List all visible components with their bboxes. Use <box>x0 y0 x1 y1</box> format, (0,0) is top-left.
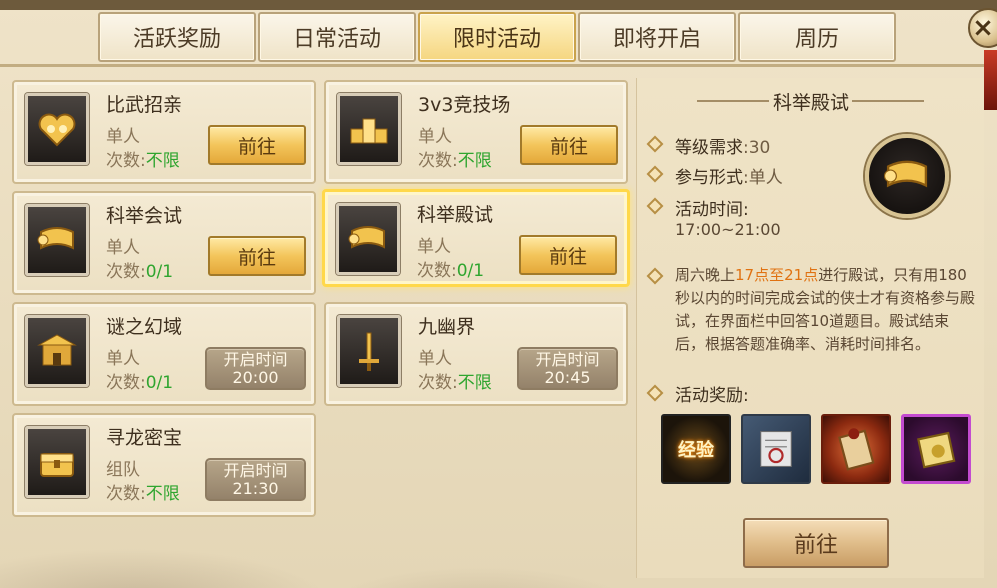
level-requirement: 等级需求:30 <box>675 138 771 158</box>
card-type: 单人 <box>418 349 452 369</box>
card-title: 比武招亲 <box>106 94 183 116</box>
scroll-emblem-icon <box>865 134 949 218</box>
tab-calendar[interactable]: 周历 <box>738 12 896 62</box>
tab-bar: 活跃奖励 日常活动 限时活动 即将开启 周历 <box>98 12 896 62</box>
participation-form: 参与形式:单人 <box>675 168 783 188</box>
activity-card[interactable]: 谜之幻域 单人 次数:0/1 开启时间 20:00 <box>12 302 316 406</box>
open-time-button[interactable]: 开启时间 20:45 <box>517 347 618 390</box>
card-type: 单人 <box>106 238 140 258</box>
open-time-button[interactable]: 开启时间 20:00 <box>205 347 306 390</box>
detail-panel: 科举殿试 等级需求:30 参与形式:单人 活动时间: 17:00~21:00 周… <box>636 78 984 578</box>
activity-card[interactable]: 寻龙密宝 组队 次数:不限 开启时间 21:30 <box>12 413 316 517</box>
hearts-icon <box>25 93 89 165</box>
open-time-button[interactable]: 开启时间 21:30 <box>205 458 306 501</box>
diamond-bullet-icon <box>646 197 664 215</box>
activity-card[interactable]: 九幽界 单人 次数:不限 开启时间 20:45 <box>324 302 628 406</box>
card-title: 科举会试 <box>106 205 183 227</box>
sword-icon <box>337 315 401 387</box>
activity-card[interactable]: 科举会试 单人 次数:0/1 前往 <box>12 191 316 295</box>
tab-divider <box>0 64 997 67</box>
go-button[interactable]: 前往 <box>208 125 306 165</box>
card-count: 次数:不限 <box>418 373 492 393</box>
diamond-bullet-icon <box>646 267 664 285</box>
tab-limited[interactable]: 限时活动 <box>418 12 576 62</box>
tab-active-rewards[interactable]: 活跃奖励 <box>98 12 256 62</box>
tab-daily[interactable]: 日常活动 <box>258 12 416 62</box>
activity-time-label: 活动时间: <box>675 200 749 220</box>
activity-card-selected[interactable]: 科举殿试 单人 次数:0/1 前往 <box>322 189 630 287</box>
silver-note-icon[interactable] <box>741 414 811 484</box>
detail-go-button[interactable]: 前往 <box>743 518 889 568</box>
detail-title: 科举殿试 <box>772 92 849 114</box>
card-title: 谜之幻域 <box>106 316 183 338</box>
scroll-icon <box>336 203 400 275</box>
top-strip <box>0 0 997 10</box>
rewards-label: 活动奖励: <box>675 386 749 406</box>
exp-icon[interactable]: 经验 <box>661 414 731 484</box>
card-type: 组队 <box>106 460 140 480</box>
card-count: 次数:不限 <box>418 151 492 171</box>
diamond-bullet-icon <box>646 165 664 183</box>
card-type: 单人 <box>418 127 452 147</box>
card-title: 3v3竞技场 <box>418 94 511 116</box>
diamond-bullet-icon <box>646 135 664 153</box>
side-decoration <box>984 50 997 110</box>
activity-window: 活跃奖励 日常活动 限时活动 即将开启 周历 × 比武招亲 单人 次数:不限 前… <box>0 0 997 588</box>
gold-scroll-icon[interactable] <box>901 414 971 484</box>
tab-upcoming[interactable]: 即将开启 <box>578 12 736 62</box>
card-count: 次数:0/1 <box>106 373 174 393</box>
close-button[interactable]: × <box>968 8 997 48</box>
go-button[interactable]: 前往 <box>519 235 617 275</box>
card-count: 次数:不限 <box>106 484 180 504</box>
activity-time-value: 17:00~21:00 <box>675 220 781 239</box>
card-count: 次数:0/1 <box>106 262 174 282</box>
activity-card[interactable]: 3v3竞技场 单人 次数:不限 前往 <box>324 80 628 184</box>
scroll-icon <box>25 204 89 276</box>
card-count: 次数:0/1 <box>417 261 485 281</box>
chest-icon <box>25 426 89 498</box>
card-title: 科举殿试 <box>417 204 494 226</box>
red-scroll-icon[interactable] <box>821 414 891 484</box>
podium-icon <box>337 93 401 165</box>
close-icon: × <box>972 13 994 43</box>
diamond-bullet-icon <box>646 384 664 402</box>
card-type: 单人 <box>106 127 140 147</box>
card-title: 寻龙密宝 <box>106 427 183 449</box>
pavilion-icon <box>25 315 89 387</box>
go-button[interactable]: 前往 <box>520 125 618 165</box>
activity-card[interactable]: 比武招亲 单人 次数:不限 前往 <box>12 80 316 184</box>
card-type: 单人 <box>417 237 451 257</box>
reward-list: 经验 <box>661 414 971 484</box>
card-title: 九幽界 <box>418 316 476 338</box>
go-button[interactable]: 前往 <box>208 236 306 276</box>
activity-description: 周六晚上17点至21点进行殿试，只有用180秒以内的时间完成会试的侠士才有资格参… <box>675 266 976 353</box>
card-type: 单人 <box>106 349 140 369</box>
card-count: 次数:不限 <box>106 151 180 171</box>
